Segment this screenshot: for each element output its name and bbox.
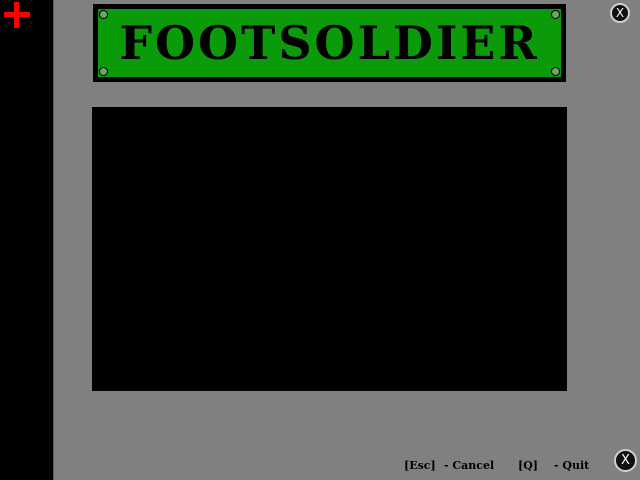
quit-key-hint[interactable]: [Q] xyxy=(518,459,554,472)
left-side-panel xyxy=(0,0,54,480)
game-title: FOOTSOLDIER xyxy=(119,16,540,70)
close-icon[interactable]: X xyxy=(610,3,630,23)
game-screen: FOOTSOLDIER X [Esc] - Cancel [Q] - Quit X xyxy=(0,0,640,480)
rivet-icon xyxy=(99,10,108,19)
rivet-icon xyxy=(551,67,560,76)
close-icon[interactable]: X xyxy=(614,449,637,472)
quit-action-label[interactable]: - Quit xyxy=(554,459,589,472)
esc-key-hint[interactable]: [Esc] xyxy=(404,459,444,472)
game-viewport[interactable] xyxy=(92,107,567,391)
key-hints: [Esc] - Cancel [Q] - Quit xyxy=(404,459,589,472)
crosshair-cursor-icon xyxy=(4,2,30,28)
rivet-icon xyxy=(551,10,560,19)
rivet-icon xyxy=(99,67,108,76)
cancel-action-label[interactable]: - Cancel xyxy=(444,459,518,472)
title-banner: FOOTSOLDIER xyxy=(93,4,566,82)
